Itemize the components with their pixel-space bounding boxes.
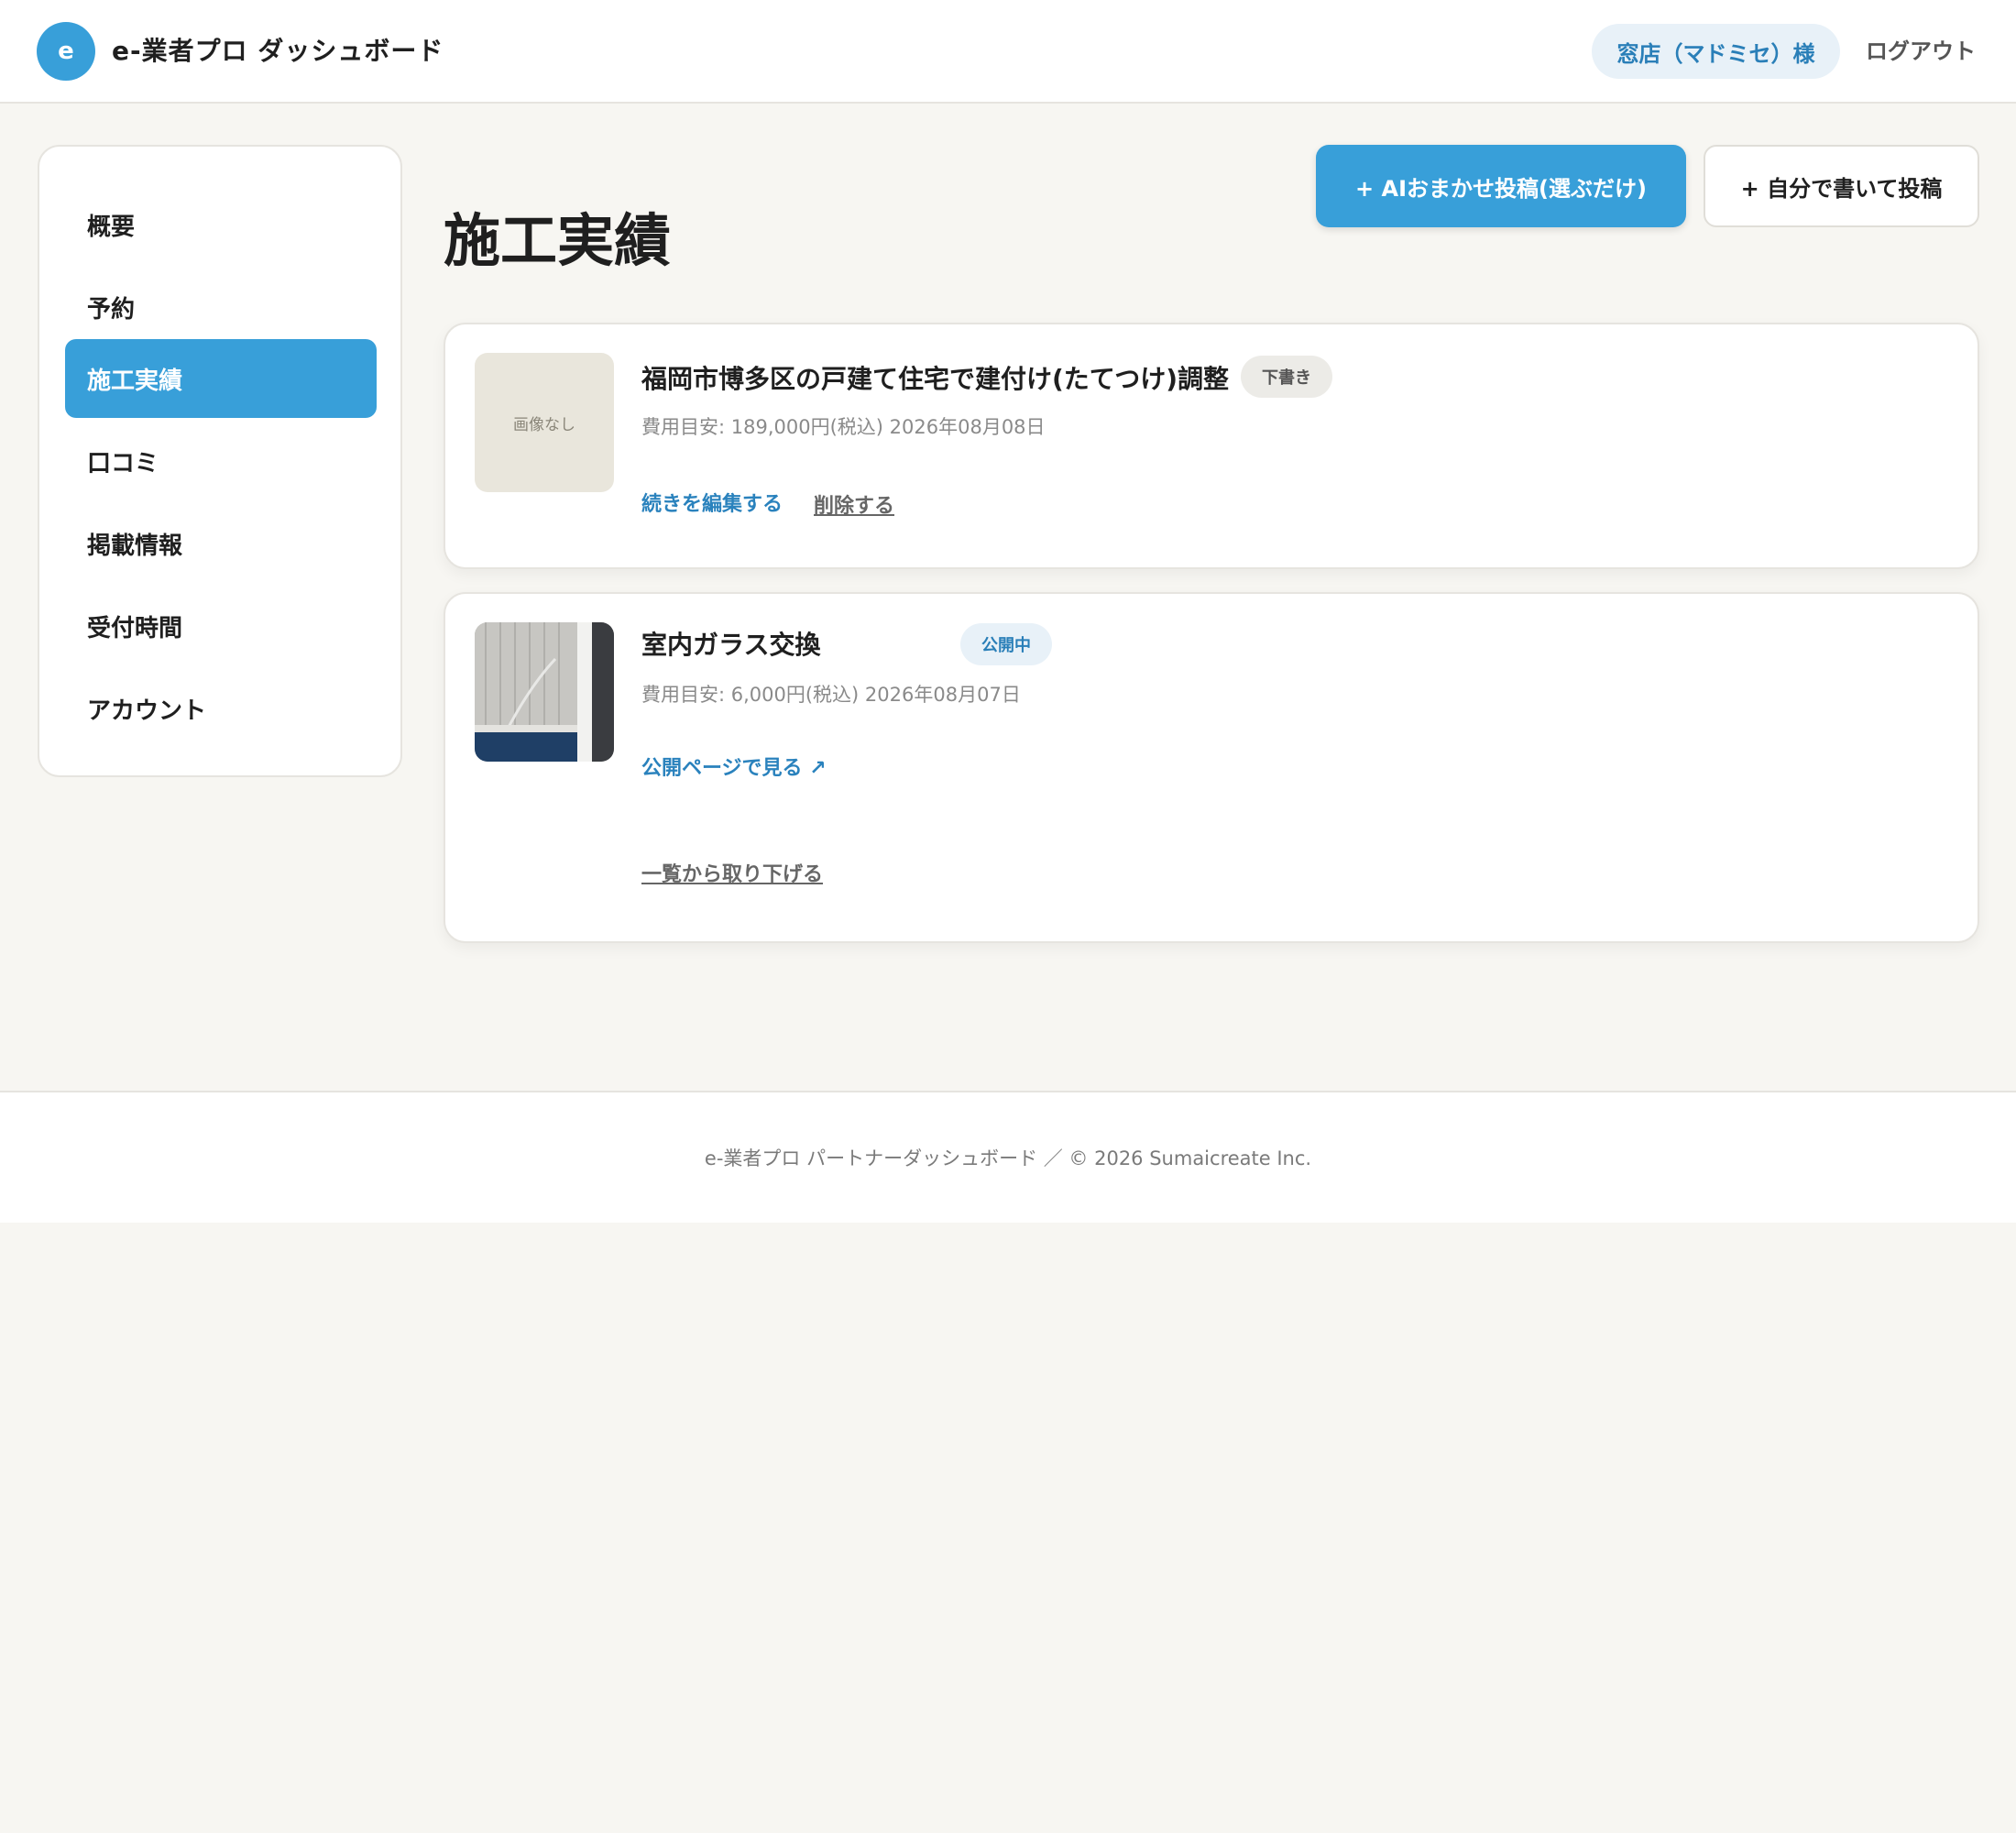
work-meta: 費用目安: 6,000円(税込) 2026年08月07日	[641, 684, 1021, 706]
sidebar-item-reservations[interactable]: 予約	[65, 268, 377, 346]
sidebar-item-reviews[interactable]: 口コミ	[65, 422, 377, 500]
ai-post-button[interactable]: + AIおまかせ投稿(選ぶだけ)	[1316, 145, 1686, 227]
view-public-page-link[interactable]: 公開ページで見る ↗	[641, 752, 827, 781]
logout-link[interactable]: ログアウト	[1866, 33, 1976, 65]
delete-link[interactable]: 削除する	[814, 489, 894, 519]
status-badge: 下書き	[1241, 356, 1332, 398]
edit-link[interactable]: 続きを編集する	[641, 488, 783, 517]
work-card: 室内ガラス交換 公開中 費用目安: 6,000円(税込) 2026年08月07日…	[444, 592, 1979, 943]
sidebar-item-works[interactable]: 施工実績	[65, 339, 377, 418]
unpublish-link[interactable]: 一覧から取り下げる	[641, 858, 823, 887]
logo-icon: e	[37, 22, 95, 81]
footer-text: e-業者プロ パートナーダッシュボード ／ © 2026 Sumaicreate…	[704, 1147, 1312, 1169]
manual-post-button[interactable]: + 自分で書いて投稿	[1704, 145, 1979, 227]
work-card: 画像なし 福岡市博多区の戸建て住宅で建付け(たてつけ)調整 下書き 費用目安: …	[444, 323, 1979, 569]
sidebar-item-overview[interactable]: 概要	[65, 185, 377, 264]
no-image-placeholder: 画像なし	[475, 353, 614, 492]
work-title[interactable]: 福岡市博多区の戸建て住宅で建付け(たてつけ)調整	[641, 359, 1229, 396]
work-title[interactable]: 室内ガラス交換	[641, 625, 820, 662]
window-photo-icon	[475, 622, 614, 762]
app-title: e-業者プロ ダッシュボード	[112, 36, 444, 66]
sidebar-nav: 概要 予約 施工実績 口コミ 掲載情報 受付時間 アカウント	[38, 145, 402, 777]
sidebar-item-hours[interactable]: 受付時間	[65, 587, 377, 665]
sidebar-item-account[interactable]: アカウント	[65, 669, 377, 748]
work-meta: 費用目安: 189,000円(税込) 2026年08月08日	[641, 416, 1046, 438]
top-header: e e-業者プロ ダッシュボード 窓店（マドミセ）様 ログアウト	[0, 0, 2016, 104]
status-badge: 公開中	[960, 623, 1052, 665]
sidebar-item-listing[interactable]: 掲載情報	[65, 504, 377, 583]
work-photo[interactable]	[475, 622, 614, 762]
page-title: 施工実績	[444, 207, 672, 274]
user-name-badge[interactable]: 窓店（マドミセ）様	[1592, 24, 1840, 79]
footer: e-業者プロ パートナーダッシュボード ／ © 2026 Sumaicreate…	[0, 1091, 2016, 1223]
